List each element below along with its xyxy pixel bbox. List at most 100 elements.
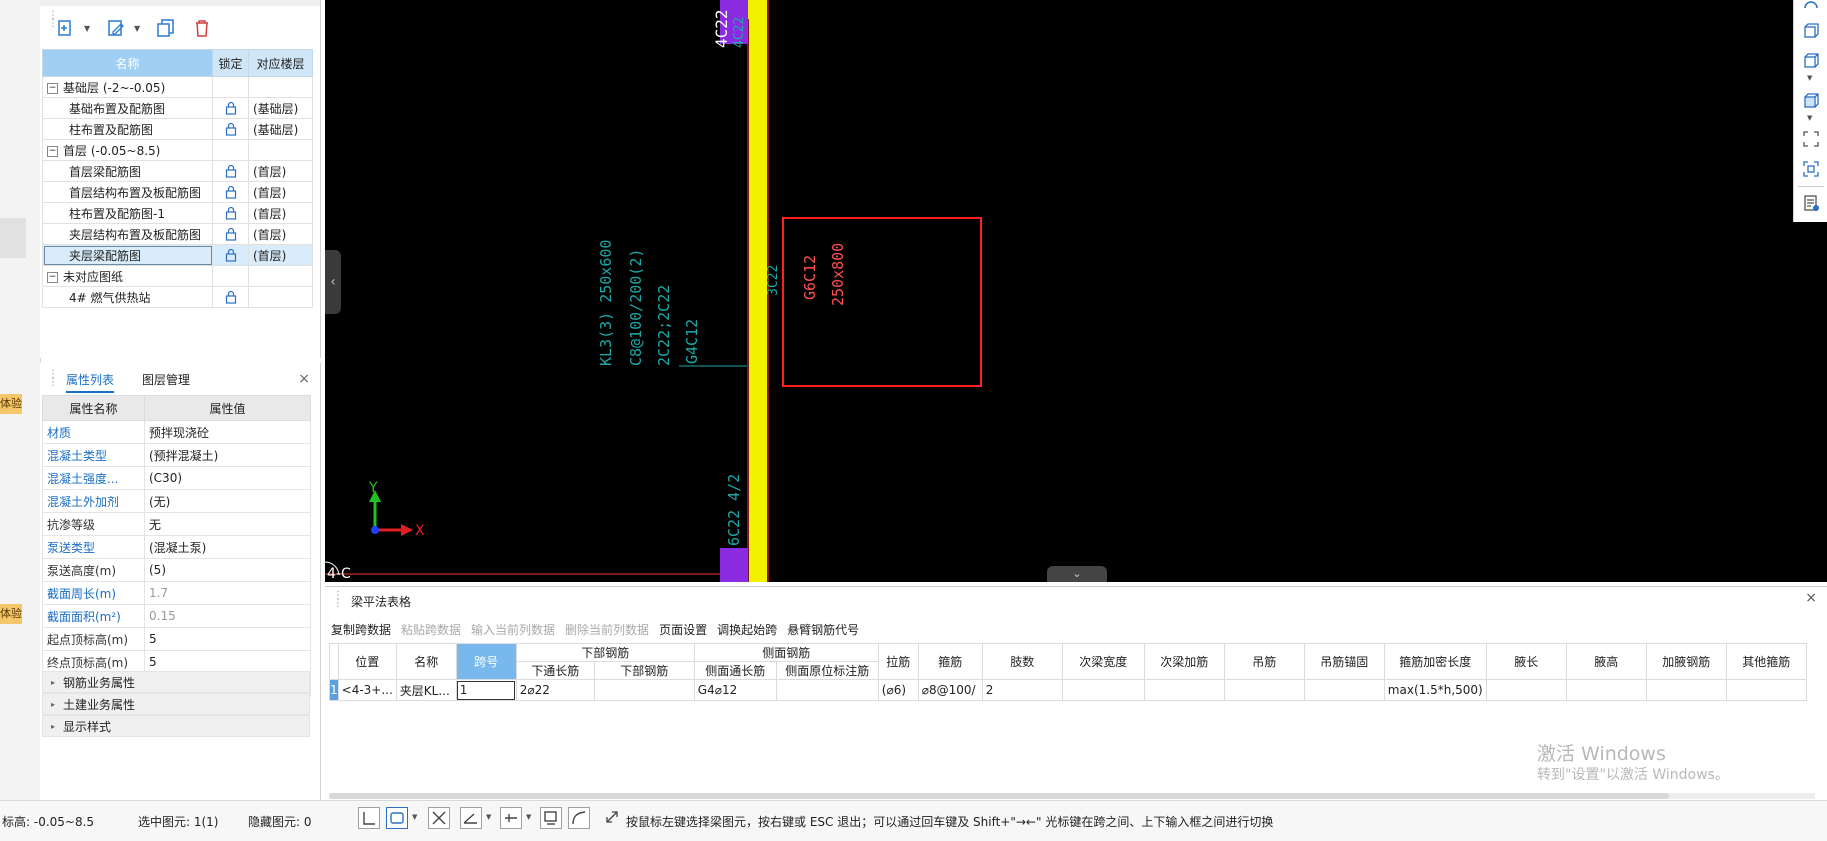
drawing-name[interactable]: 4# 燃气供热站: [42, 286, 213, 308]
col-span[interactable]: 跨号: [455, 643, 517, 680]
lock-cell[interactable]: [212, 76, 249, 98]
lock-icon[interactable]: [224, 122, 238, 136]
drawing-name[interactable]: 柱布置及配筋图-1: [42, 202, 213, 224]
property-value[interactable]: (C30): [144, 466, 311, 490]
cell-side-orig[interactable]: [775, 679, 879, 701]
collapse-left-panel-button[interactable]: ‹: [325, 250, 341, 314]
list-item[interactable]: 4# 燃气供热站: [42, 286, 313, 308]
list-item[interactable]: 基础布置及配筋图 (基础层): [42, 97, 313, 119]
beam-toolbar-button[interactable]: 输入当前列数据: [471, 621, 555, 638]
beam-toolbar-button[interactable]: 悬臂钢筋代号: [787, 621, 859, 638]
list-item[interactable]: − 首层 (-0.05~8.5): [42, 139, 313, 161]
property-value[interactable]: 0.15: [144, 604, 311, 628]
expand-triangle-icon[interactable]: ▸: [51, 716, 55, 738]
lock-icon[interactable]: [224, 290, 238, 304]
list-item[interactable]: 首层梁配筋图 (首层): [42, 160, 313, 182]
col-sec-add[interactable]: 次梁加筋: [1143, 643, 1225, 680]
property-row[interactable]: 起点顶标高(m) 5: [42, 627, 311, 651]
drawing-name[interactable]: − 首层 (-0.05~8.5): [42, 139, 213, 161]
selected-beam-box[interactable]: [782, 217, 982, 387]
select-box-icon[interactable]: [386, 807, 408, 829]
col-dense-len[interactable]: 箍筋加密长度: [1383, 643, 1487, 680]
rotate-view-icon[interactable]: [1802, 0, 1820, 18]
floor-cell[interactable]: (基础层): [248, 118, 313, 140]
lock-icon[interactable]: [224, 185, 238, 199]
col-header-lock[interactable]: 锁定: [212, 49, 249, 77]
col-name[interactable]: 名称: [395, 643, 457, 680]
cell-legs[interactable]: 2: [981, 679, 1063, 701]
chevron-down-icon[interactable]: ▼: [486, 813, 491, 821]
floor-cell[interactable]: (首层): [248, 223, 313, 245]
floor-cell[interactable]: [248, 286, 313, 308]
property-row[interactable]: 混凝土类型 (预拌混凝土): [42, 443, 311, 467]
expand-toggle-icon[interactable]: −: [47, 145, 58, 157]
col-stirrup[interactable]: 箍筋: [917, 643, 983, 680]
layer-settings-icon[interactable]: [1802, 194, 1820, 212]
column-bottom[interactable]: [720, 548, 748, 582]
col-tie[interactable]: 拉筋: [877, 643, 919, 680]
floor-cell[interactable]: [248, 265, 313, 287]
col-bottom-rebar[interactable]: 下部钢筋: [593, 661, 695, 680]
drawing-name[interactable]: 夹层结构布置及板配筋图: [42, 223, 213, 245]
lock-cell[interactable]: [212, 97, 249, 119]
floor-cell[interactable]: [248, 76, 313, 98]
col-side-orig[interactable]: 侧面原位标注筋: [775, 661, 879, 680]
col-header-name[interactable]: 名称: [42, 49, 213, 77]
beam-toolbar-button[interactable]: 调换起始跨: [717, 621, 777, 638]
beam-yellow[interactable]: [749, 0, 767, 582]
col-haunch-rebar[interactable]: 加腋钢筋: [1645, 643, 1727, 680]
lock-cell[interactable]: [212, 160, 249, 182]
property-value[interactable]: (混凝土泵): [144, 535, 311, 559]
col-header-floor[interactable]: 对应楼层: [248, 49, 313, 77]
cell-other-stirrup[interactable]: [1725, 679, 1807, 701]
cell-sec-width[interactable]: [1061, 679, 1145, 701]
col-hanger[interactable]: 吊筋: [1223, 643, 1305, 680]
cell-tie[interactable]: (⌀6): [877, 679, 919, 701]
floor-cell[interactable]: [248, 139, 313, 161]
drawing-name[interactable]: 柱布置及配筋图: [42, 118, 213, 140]
lock-icon[interactable]: [224, 206, 238, 220]
cell-span-input[interactable]: 1: [455, 679, 517, 701]
list-item[interactable]: − 未对应图纸: [42, 265, 313, 287]
cell-dense-len[interactable]: max(1.5*h,500): [1383, 679, 1487, 701]
col-sec-width[interactable]: 次梁宽度: [1061, 643, 1145, 680]
cell-stirrup[interactable]: ⌀8@100/: [917, 679, 983, 701]
beam-toolbar-button[interactable]: 删除当前列数据: [565, 621, 649, 638]
chevron-down-icon[interactable]: ▼: [412, 813, 417, 821]
trial-tag-2[interactable]: 体验: [0, 604, 22, 624]
drawing-name[interactable]: − 基础层 (-2~-0.05): [42, 76, 213, 98]
property-group[interactable]: ▸ 显示样式: [42, 715, 310, 737]
lock-cell[interactable]: [212, 139, 249, 161]
drag-grip-icon[interactable]: ⋮ ⋮: [333, 591, 343, 609]
cell-haunch-h[interactable]: [1565, 679, 1647, 701]
cell-hanger-anchor[interactable]: [1303, 679, 1385, 701]
expand-toggle-icon[interactable]: −: [47, 271, 58, 283]
property-value[interactable]: (5): [144, 558, 311, 582]
cell-position[interactable]: <4-3+...: [337, 679, 397, 701]
lock-cell[interactable]: [212, 202, 249, 224]
property-group[interactable]: ▸ 土建业务属性: [42, 693, 310, 715]
cell-hanger[interactable]: [1223, 679, 1305, 701]
property-row[interactable]: 截面面积(m²) 0.15: [42, 604, 311, 628]
floor-cell[interactable]: (首层): [248, 202, 313, 224]
beam-toolbar-button[interactable]: 粘贴跨数据: [401, 621, 461, 638]
table-row[interactable]: 1 <4-3+... 夹层KL... 1 2⌀22 G4⌀12 (⌀6) ⌀8@…: [329, 679, 1807, 701]
chevron-down-icon[interactable]: ▼: [134, 24, 140, 33]
cross-select-icon[interactable]: [428, 807, 450, 829]
3d-view-icon[interactable]: [1802, 22, 1820, 40]
lock-cell[interactable]: [212, 244, 249, 266]
property-value[interactable]: 1.7: [144, 581, 311, 605]
lock-cell[interactable]: [212, 223, 249, 245]
property-row[interactable]: 泵送高度(m) (5): [42, 558, 311, 582]
col-legs[interactable]: 肢数: [981, 643, 1063, 680]
lock-cell[interactable]: [212, 181, 249, 203]
property-row[interactable]: 混凝土强度... (C30): [42, 466, 311, 490]
delete-icon[interactable]: [190, 16, 216, 42]
lock-cell[interactable]: [212, 286, 249, 308]
cell-bottom-rebar[interactable]: [593, 679, 695, 701]
row-number[interactable]: 1: [329, 679, 339, 701]
display-icon[interactable]: [540, 807, 562, 829]
property-value[interactable]: (无): [144, 489, 311, 513]
property-row[interactable]: 材质 预拌现浇砼: [42, 420, 311, 444]
col-side-through[interactable]: 侧面通长筋: [693, 661, 777, 680]
